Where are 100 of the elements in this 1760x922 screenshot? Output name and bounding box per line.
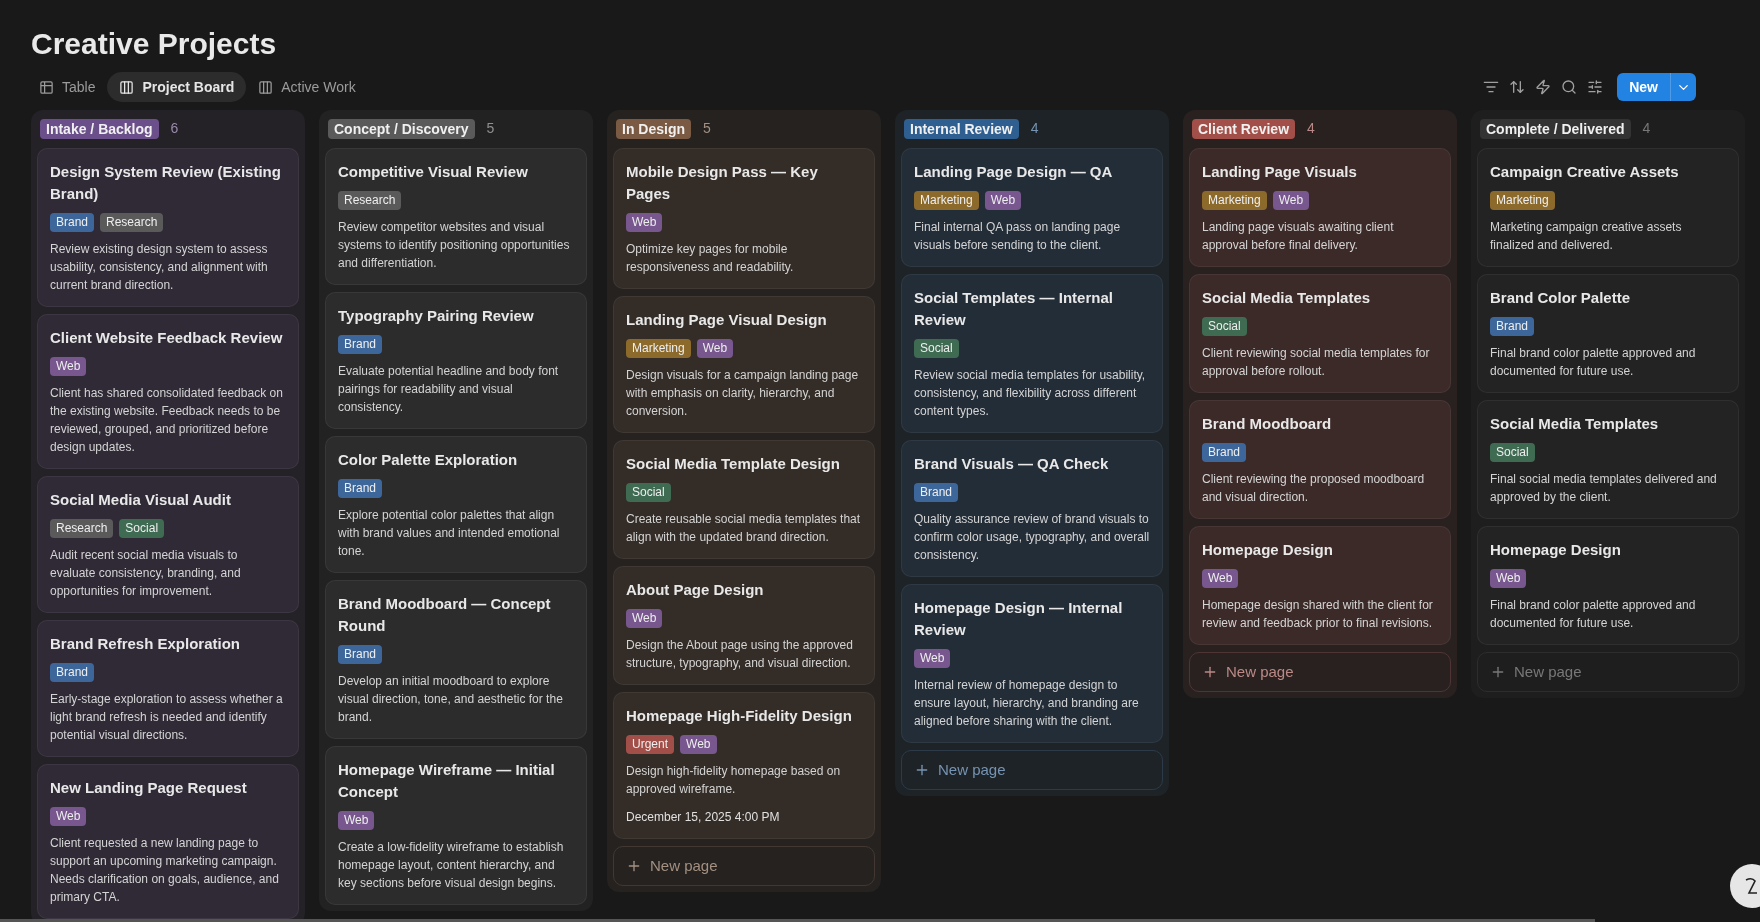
task-card[interactable]: Competitive Visual Review Research Review competitor websites and visual systems to identify positioning opportunities and differentiation. xyxy=(325,148,587,285)
tag: Social xyxy=(1202,317,1247,336)
status-label: Concept / Discovery xyxy=(328,118,475,139)
task-card[interactable]: About Page Design Web Design the About page using the approved structure, typography, and visual direction. xyxy=(613,566,875,685)
task-card[interactable]: Social Media Visual Audit Research Social Audit recent social media visuals to evaluate consistency, branding, and opportunities for improvement. xyxy=(37,476,299,613)
card-count: 4 xyxy=(1307,119,1315,138)
tag: Brand xyxy=(50,663,95,682)
lightning-icon[interactable] xyxy=(1535,79,1552,95)
new-page-button[interactable]: New page xyxy=(901,750,1163,790)
card-description: Landing page visuals awaiting client approval before final delivery. xyxy=(1202,219,1395,254)
card-description: Develop an initial moodboard to explore visual direction, tone, and aesthetic for the brand. xyxy=(338,673,564,726)
card-title: Campaign Creative Assets xyxy=(1490,162,1680,182)
view-tab[interactable]: Active Work xyxy=(250,72,364,102)
card-count: 4 xyxy=(1030,119,1039,138)
new-page-button[interactable]: New page xyxy=(1189,652,1451,692)
card-title: Homepage Design xyxy=(1202,540,1334,560)
plus-icon xyxy=(1202,664,1218,680)
tag: Research xyxy=(50,519,114,538)
card-description: Design high-fidelity homepage based on approved wireframe. xyxy=(626,763,842,798)
tag: Web xyxy=(696,339,734,358)
tag: Web xyxy=(1202,569,1239,588)
horizontal-scrollbar[interactable] xyxy=(0,919,1595,922)
tag: Research xyxy=(100,213,164,232)
card-description: Create a low-fidelity wireframe to establish homepage layout, content hierarchy, and key sections before visual design begins. xyxy=(338,839,565,892)
task-card[interactable]: Typography Pairing Review Brand Evaluate potential headline and body font pairings for readability and visual consistency. xyxy=(325,292,587,429)
tag: Social xyxy=(119,519,165,538)
sort-icon[interactable] xyxy=(1509,79,1526,95)
task-card[interactable]: New Landing Page Request Web Client requested a new landing page to support an upcoming marketing campaign. Needs clarification on goals, audience, and primary CTA. xyxy=(37,764,299,919)
task-card[interactable]: Color Palette Exploration Brand Explore potential color palettes that align with brand values and intended emotional tone. xyxy=(325,436,587,573)
card-title: Design System Review (Existing Brand) xyxy=(50,162,282,204)
view-tab[interactable]: Project Board xyxy=(107,72,247,102)
card-description: Design the About page using the approved structure, typography, and visual direction. xyxy=(626,637,854,672)
tag: Research xyxy=(338,191,402,210)
task-card[interactable]: Social Media Templates Social Client reviewing social media templates for approval before rollout. xyxy=(1189,274,1451,393)
card-title: Brand Moodboard — Concept Round xyxy=(338,594,552,636)
card-title: Homepage Wireframe — Initial Concept xyxy=(338,760,556,802)
task-card[interactable]: Brand Color Palette Brand Final brand color palette approved and documented for future use. xyxy=(1477,274,1739,393)
task-card[interactable]: Mobile Design Pass — Key Pages Web Optimize key pages for mobile responsiveness and readability. xyxy=(613,148,875,289)
task-card[interactable]: Client Website Feedback Review Web Client has shared consolidated feedback on the existing website. Feedback needs to be reviewed, grouped, and prioritized before design updates. xyxy=(37,314,299,469)
card-title: Homepage High-Fidelity Design xyxy=(626,706,853,726)
task-card[interactable]: Landing Page Visual Design Marketing Web Design visuals for a campaign landing page with emphasis on clarity, hierarchy, and conversion. xyxy=(613,296,875,433)
tag: Brand xyxy=(1490,317,1535,336)
task-card[interactable]: Campaign Creative Assets Marketing Marketing campaign creative assets finalized and delivered. xyxy=(1477,148,1739,267)
task-card[interactable]: Social Templates — Internal Review Social Review social media templates for usability, consistency, and flexibility across different content types. xyxy=(901,274,1163,433)
card-description: Review existing design system to assess usability, consistency, and alignment with current brand direction. xyxy=(50,241,269,294)
card-title: Brand Refresh Exploration xyxy=(50,634,242,654)
view-tab[interactable]: Table xyxy=(31,72,104,102)
filter-icon[interactable] xyxy=(1483,79,1500,95)
card-description: Client reviewing the proposed moodboard and visual direction. xyxy=(1202,471,1426,506)
card-count: 4 xyxy=(1642,119,1651,138)
tag: Social xyxy=(626,483,671,502)
tag: Brand xyxy=(914,483,959,502)
task-card[interactable]: Landing Page Visuals Marketing Web Landing page visuals awaiting client approval before final delivery. xyxy=(1189,148,1451,267)
task-card[interactable]: Homepage High-Fidelity Design Urgent Web Design high-fidelity homepage based on approved wireframe. December 15, 2025 4:00 PM xyxy=(613,692,875,839)
page-title: Creative Projects xyxy=(31,26,278,62)
tag: Web xyxy=(626,213,663,232)
task-card[interactable]: Social Media Template Design Social Create reusable social media templates that align with the updated brand direction. xyxy=(613,440,875,559)
task-card[interactable]: Brand Visuals — QA Check Brand Quality assurance review of brand visuals to confirm color usage, typography, and overall consistency. xyxy=(901,440,1163,577)
card-title: Social Media Templates xyxy=(1490,414,1660,434)
card-title: Landing Page Visuals xyxy=(1202,162,1358,182)
card-title: Homepage Design xyxy=(1490,540,1622,560)
settings-icon[interactable] xyxy=(1587,79,1604,95)
card-count: 5 xyxy=(486,119,495,138)
card-description: Evaluate potential headline and body font pairings for readability and visual consistency. xyxy=(338,363,560,416)
tag: Web xyxy=(626,609,663,628)
task-card[interactable]: Landing Page Design — QA Marketing Web Final internal QA pass on landing page visuals before sending to the client. xyxy=(901,148,1163,267)
plus-icon xyxy=(1490,664,1506,680)
card-description: Final brand color palette approved and documented for future use. xyxy=(1490,345,1697,380)
card-title: Brand Visuals — QA Check xyxy=(914,454,1110,474)
task-card[interactable]: Design System Review (Existing Brand) Brand Research Review existing design system to assess usability, consistency, and alignment with current brand direction. xyxy=(37,148,299,307)
task-card[interactable]: Homepage Design Web Final brand color palette approved and documented for future use. xyxy=(1477,526,1739,645)
card-title: Homepage Design — Internal Review xyxy=(914,598,1124,640)
new-page-button[interactable]: New page xyxy=(613,846,875,886)
search-icon[interactable] xyxy=(1561,79,1578,95)
tag: Brand xyxy=(1202,443,1247,462)
card-title: About Page Design xyxy=(626,580,765,600)
task-card[interactable]: Homepage Design Web Homepage design shared with the client for review and feedback prior to final revisions. xyxy=(1189,526,1451,645)
tag: Web xyxy=(914,649,951,668)
card-description: Internal review of homepage design to ensure layout, hierarchy, and branding are aligned before sharing with the client. xyxy=(914,677,1140,730)
card-count: 6 xyxy=(170,119,179,138)
plus-icon xyxy=(914,762,930,778)
tag: Marketing xyxy=(1490,191,1555,210)
card-title: Brand Moodboard xyxy=(1202,414,1333,434)
status-label: Complete / Delivered xyxy=(1480,118,1631,139)
card-title: Landing Page Visual Design xyxy=(626,310,828,330)
new-page-button[interactable]: New page xyxy=(1477,652,1739,692)
tag: Marketing xyxy=(1202,191,1267,210)
card-description: Marketing campaign creative assets finalized and delivered. xyxy=(1490,219,1683,254)
tag: Web xyxy=(1272,191,1310,210)
task-card[interactable]: Social Media Templates Social Final social media templates delivered and approved by the client. xyxy=(1477,400,1739,519)
status-label: Intake / Backlog xyxy=(40,118,159,139)
card-description: Create reusable social media templates that align with the updated brand direction. xyxy=(626,511,862,546)
task-card[interactable]: Brand Moodboard — Concept Round Brand Develop an initial moodboard to explore visual direction, tone, and aesthetic for the brand. xyxy=(325,580,587,739)
task-card[interactable]: Homepage Wireframe — Initial Concept Web Create a low-fidelity wireframe to establish homepage layout, content hierarchy, and key sections before visual design begins. xyxy=(325,746,587,905)
tag: Web xyxy=(338,811,375,830)
task-card[interactable]: Homepage Design — Internal Review Web Internal review of homepage design to ensure layout, hierarchy, and branding are aligned before sharing with the client. xyxy=(901,584,1163,743)
tag: Marketing xyxy=(626,339,691,358)
task-card[interactable]: Brand Moodboard Brand Client reviewing the proposed moodboard and visual direction. xyxy=(1189,400,1451,519)
task-card[interactable]: Brand Refresh Exploration Brand Early-stage exploration to assess whether a light brand refresh is needed and identify potential visual directions. xyxy=(37,620,299,757)
card-description: Review competitor websites and visual systems to identify positioning opportunities and differentiation. xyxy=(338,219,571,272)
